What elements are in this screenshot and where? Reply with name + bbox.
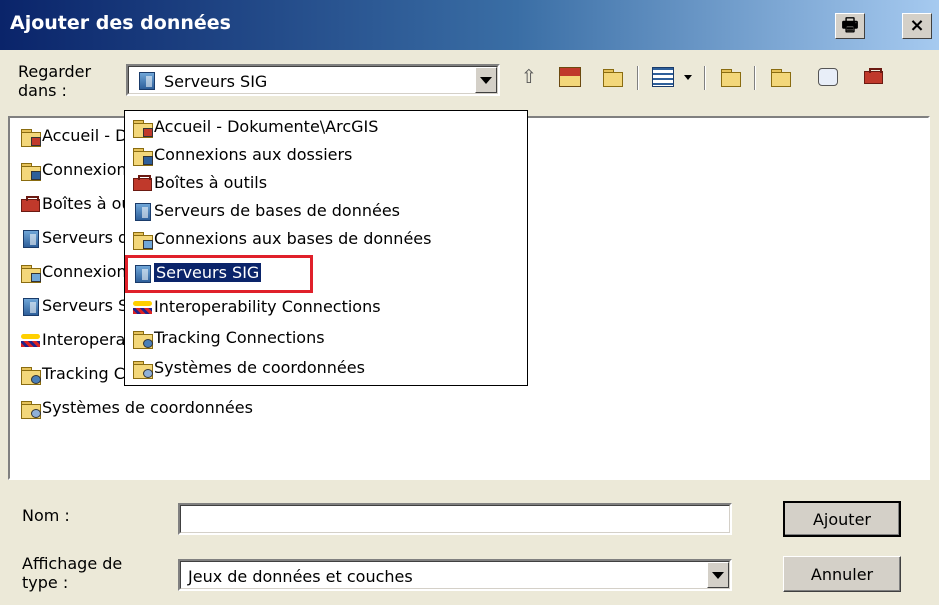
home-folder-icon — [20, 127, 42, 147]
type-select[interactable]: Jeux de données et couches — [178, 559, 732, 591]
tracking-connection-icon — [20, 365, 42, 385]
coordinate-system-icon — [20, 399, 42, 419]
look-in-label: Regarder dans : — [18, 62, 91, 100]
view-options-icon[interactable] — [650, 64, 676, 90]
highlight-box — [125, 255, 313, 293]
look-in-dropdown-list[interactable]: Accueil - Dokumente\ArcGIS Connexions au… — [124, 110, 528, 386]
title-bar: Ajouter des données 🖶 × — [0, 0, 939, 50]
look-in-value: Serveurs SIG — [164, 72, 268, 91]
type-label: Affichage de type : — [22, 554, 122, 592]
interoperability-icon — [20, 331, 42, 351]
name-input[interactable] — [178, 503, 732, 535]
tracking-connection-icon — [132, 329, 154, 349]
new-folder-icon[interactable] — [768, 64, 794, 90]
look-in-dropdown-button[interactable] — [475, 67, 497, 93]
database-connection-icon — [132, 230, 154, 250]
chevron-down-icon — [712, 571, 724, 579]
view-options-dropdown-icon[interactable] — [680, 64, 696, 90]
name-label: Nom : — [22, 506, 70, 525]
dropdown-item[interactable]: Tracking Connections — [132, 325, 325, 351]
toolbox-icon[interactable] — [861, 64, 887, 90]
home-icon[interactable] — [557, 64, 583, 90]
connect-to-folder-icon[interactable] — [600, 64, 626, 90]
printer-icon: 🖶 — [841, 15, 859, 36]
type-label-line1: Affichage de — [22, 554, 123, 573]
add-gis-server-icon[interactable] — [718, 64, 744, 90]
database-server-icon — [132, 202, 154, 222]
toolbox-icon — [132, 174, 154, 194]
home-folder-icon — [132, 118, 154, 138]
toolbox-icon — [20, 195, 42, 215]
server-icon — [136, 71, 158, 91]
interoperability-icon — [132, 298, 154, 318]
dropdown-item[interactable]: Serveurs de bases de données — [132, 198, 400, 224]
chevron-down-icon — [480, 76, 492, 84]
dropdown-item[interactable]: Connexions aux bases de données — [132, 226, 431, 252]
look-in-combo[interactable]: Serveurs SIG — [126, 64, 500, 96]
type-label-line2: type : — [22, 573, 69, 592]
close-icon: × — [909, 15, 925, 36]
close-button[interactable]: × — [902, 13, 932, 39]
look-in-label-line1: Regarder — [18, 62, 92, 81]
folder-connection-icon — [20, 161, 42, 181]
dropdown-item[interactable]: Connexions aux dossiers — [132, 142, 352, 168]
folder-connection-icon — [132, 146, 154, 166]
database-server-icon — [20, 229, 42, 249]
cancel-button[interactable]: Annuler — [783, 556, 901, 592]
look-in-label-line2: dans : — [18, 81, 67, 100]
coordinate-system-icon — [132, 359, 154, 379]
dropdown-item[interactable]: Interoperability Connections — [132, 294, 381, 320]
dropdown-item[interactable]: Systèmes de coordonnées — [132, 355, 365, 381]
window-title: Ajouter des données — [10, 12, 231, 34]
type-dropdown-button[interactable] — [707, 562, 729, 588]
list-item[interactable]: Systèmes de coordonnées — [20, 396, 253, 420]
dropdown-item[interactable]: Accueil - Dokumente\ArcGIS — [132, 114, 378, 140]
dropdown-item[interactable]: Boîtes à outils — [132, 170, 267, 196]
add-button[interactable]: Ajouter — [783, 501, 901, 537]
database-connection-icon — [20, 263, 42, 283]
print-button[interactable]: 🖶 — [835, 13, 865, 39]
type-select-value: Jeux de données et couches — [188, 567, 413, 586]
up-one-level-icon[interactable]: ⇧ — [516, 64, 542, 90]
gis-server-icon — [20, 297, 42, 317]
new-database-icon[interactable] — [815, 64, 841, 90]
